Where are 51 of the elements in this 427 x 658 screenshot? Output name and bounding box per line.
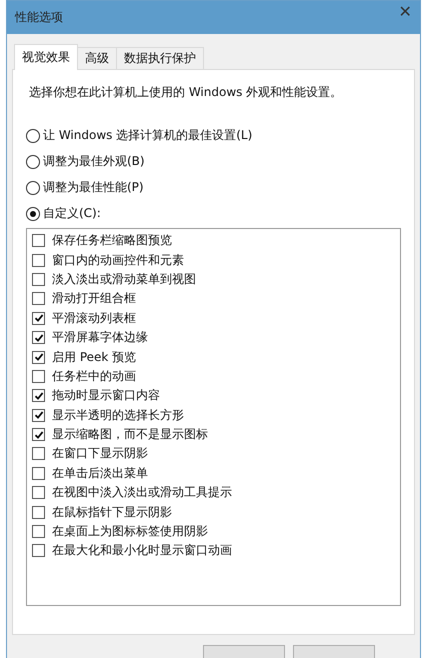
- radio-icon[interactable]: [26, 206, 40, 220]
- tab[interactable]: 视觉效果: [14, 44, 78, 70]
- radio-option[interactable]: 调整为最佳性能(P): [26, 179, 401, 196]
- effect-label: 在鼠标指针下显示阴影: [52, 504, 172, 521]
- effect-label: 平滑屏幕字体边缘: [52, 329, 148, 346]
- checkbox[interactable]: [32, 544, 45, 558]
- checkbox[interactable]: [32, 466, 45, 480]
- effect-label: 保存任务栏缩略图预览: [52, 232, 172, 250]
- option-label: 自定义(C):: [43, 205, 101, 222]
- effect-label: 窗口内的动画控件和元素: [52, 252, 184, 269]
- effect-label: 在最大化和最小化时显示窗口动画: [52, 542, 232, 560]
- checkbox[interactable]: [32, 447, 45, 460]
- close-button[interactable]: ✕: [390, 0, 420, 26]
- checkbox[interactable]: [32, 312, 45, 325]
- checkbox[interactable]: [32, 350, 45, 364]
- checkbox[interactable]: [32, 370, 45, 383]
- description-text: 选择你想在此计算机上使用的 Windows 外观和性能设置。: [29, 84, 344, 101]
- effect-label: 显示半透明的选择长方形: [52, 406, 184, 424]
- effect-label: 滑动打开组合框: [52, 290, 136, 308]
- checkbox[interactable]: [32, 254, 45, 267]
- effect-label: 在窗口下显示阴影: [52, 445, 148, 462]
- checkbox[interactable]: [32, 389, 45, 402]
- effect-label: 在桌面上为图标标签使用阴影: [52, 523, 208, 540]
- effect-label: 启用 Peek 预览: [52, 348, 136, 366]
- radio-icon[interactable]: [26, 180, 40, 194]
- checkbox[interactable]: [32, 486, 45, 500]
- checkbox[interactable]: [32, 292, 45, 306]
- effect-label: 平滑滚动列表框: [52, 310, 136, 327]
- effect-label: 显示缩略图，而不是显示图标: [52, 426, 208, 444]
- radio-icon[interactable]: [26, 128, 40, 142]
- window-title: 性能选项: [15, 9, 63, 26]
- effect-label: 淡入淡出或滑动菜单到视图: [52, 270, 196, 288]
- option-label: 让 Windows 选择计算机的最佳设置(L): [43, 127, 252, 144]
- option-label: 调整为最佳外观(B): [43, 153, 145, 170]
- checkbox[interactable]: [32, 234, 45, 248]
- effect-label: 任务栏中的动画: [52, 368, 136, 385]
- effect-label: 在视图中淡入淡出或滑动工具提示: [52, 484, 232, 502]
- radio-option[interactable]: 调整为最佳外观(B): [26, 153, 401, 170]
- checkbox[interactable]: [32, 525, 45, 538]
- radio-icon[interactable]: [26, 154, 40, 168]
- radio-option[interactable]: 自定义(C):: [26, 205, 401, 222]
- checkbox[interactable]: [32, 506, 45, 519]
- tab[interactable]: 数据执行保护: [116, 47, 204, 69]
- checkbox[interactable]: [32, 331, 45, 344]
- effect-label: 拖动时显示窗口内容: [52, 387, 160, 404]
- option-label: 调整为最佳性能(P): [43, 179, 144, 196]
- checkbox[interactable]: [32, 408, 45, 422]
- checkbox[interactable]: [32, 272, 45, 286]
- effect-label: 在单击后淡出菜单: [52, 464, 148, 482]
- checkbox[interactable]: [32, 428, 45, 442]
- radio-option[interactable]: 让 Windows 选择计算机的最佳设置(L): [26, 127, 401, 144]
